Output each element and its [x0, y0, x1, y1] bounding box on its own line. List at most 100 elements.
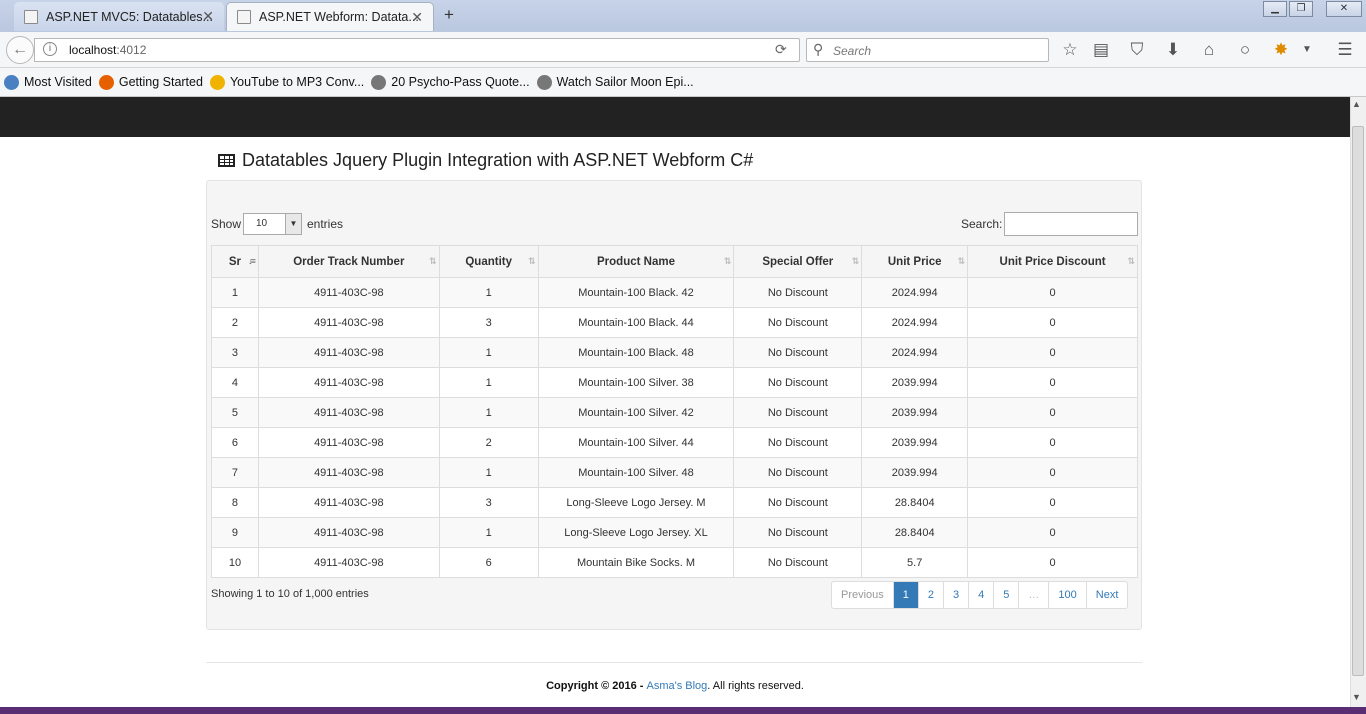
page-button[interactable]: 3: [943, 582, 968, 608]
table-row: 6 4911-403C-98 2 Mountain-100 Silver. 44 No …: [211, 427, 1138, 458]
menu-icon[interactable]: ☰: [1334, 40, 1356, 60]
new-tab-icon[interactable]: +: [444, 5, 454, 25]
search-input[interactable]: ⚲ Search: [806, 38, 1049, 62]
table-cell: No Discount: [733, 367, 863, 398]
table-cell: No Discount: [733, 457, 863, 488]
table-cell: 9: [211, 517, 259, 548]
datatable-wrapper: Show 10 ▼ entries Search: Sr ↓≡ Order Trac…: [206, 180, 1142, 630]
page-title-text: Datatables Jquery Plugin Integration wit…: [242, 150, 754, 170]
table-search-input[interactable]: [1004, 212, 1138, 236]
previous-page-button[interactable]: Previous: [832, 582, 893, 608]
scrollbar-thumb[interactable]: [1352, 126, 1364, 676]
scroll-up-icon[interactable]: ▲: [1352, 99, 1361, 109]
url-bar[interactable]: i localhost:4012 ⟳: [34, 38, 800, 62]
bookmark-item[interactable]: Getting Started: [98, 74, 203, 90]
bookmark-favicon-icon: [98, 74, 114, 90]
tab-webform[interactable]: ASP.NET Webform: Datata... ✕: [226, 2, 434, 31]
download-icon[interactable]: ⬇: [1162, 40, 1184, 60]
sort-icon[interactable]: ⇅: [1127, 256, 1134, 267]
footer-suffix: . All rights reserved.: [707, 680, 804, 692]
maximize-button[interactable]: ❐: [1289, 1, 1313, 17]
info-icon[interactable]: i: [43, 42, 57, 56]
page-button[interactable]: 1: [892, 582, 918, 608]
bookmark-item[interactable]: YouTube to MP3 Conv...: [209, 74, 365, 90]
table-cell: 1: [438, 337, 539, 368]
page-button[interactable]: 2: [917, 582, 943, 608]
footer-blog-link[interactable]: Asma's Blog: [647, 680, 708, 692]
table-cell: 0: [967, 457, 1138, 488]
bookmark-label: Watch Sailor Moon Epi...: [556, 75, 694, 89]
table-cell: 4911-403C-98: [257, 307, 440, 338]
table-cell: 1: [438, 367, 539, 398]
data-table: Sr ↓≡ Order Track Number ⇅ Quantity ⇅ Product …: [211, 245, 1138, 578]
scroll-down-icon[interactable]: ▼: [1352, 692, 1361, 702]
bookmark-label: YouTube to MP3 Conv...: [229, 75, 365, 89]
table-row: 7 4911-403C-98 1 Mountain-100 Silver. 48 No …: [211, 457, 1138, 488]
table-cell: 4911-403C-98: [257, 457, 440, 488]
pocket-icon[interactable]: ⛉: [1126, 40, 1148, 60]
entries-length-select[interactable]: 10 ▼: [243, 213, 302, 235]
chat-icon[interactable]: ○: [1234, 40, 1256, 60]
pagination: Previous 1 2 3 4 5… 100 Next: [831, 581, 1129, 609]
home-icon[interactable]: ⌂: [1198, 40, 1220, 60]
table-cell: 2039.994: [861, 457, 969, 488]
column-header[interactable]: Unit Price ⇅: [861, 245, 969, 278]
column-header[interactable]: Sr ↓≡: [211, 245, 259, 278]
back-icon[interactable]: ←: [6, 36, 34, 64]
table-cell: 8: [211, 487, 259, 518]
table-cell: 4911-403C-98: [257, 277, 440, 308]
table-cell: 1: [438, 397, 539, 428]
table-cell: 5: [211, 397, 259, 428]
column-header[interactable]: Unit Price Discount ⇅: [967, 245, 1138, 278]
column-header[interactable]: Quantity ⇅: [438, 245, 539, 278]
table-cell: 2024.994: [861, 337, 969, 368]
page-button[interactable]: 100: [1048, 582, 1085, 608]
sort-icon[interactable]: ⇅: [528, 256, 535, 267]
column-header[interactable]: Product Name ⇅: [537, 245, 735, 278]
close-tab-icon[interactable]: ✕: [411, 9, 423, 26]
sort-icon[interactable]: ⇅: [724, 256, 731, 267]
bookmark-item[interactable]: Watch Sailor Moon Epi...: [536, 74, 694, 90]
table-cell: 2024.994: [861, 277, 969, 308]
bookmark-label: 20 Psycho-Pass Quote...: [391, 75, 530, 89]
table-cell: 3: [438, 487, 539, 518]
table-cell: 1: [438, 277, 539, 308]
column-header[interactable]: Order Track Number ⇅: [257, 245, 440, 278]
table-cell: 4911-403C-98: [257, 397, 440, 428]
column-header-label: Quantity: [465, 255, 512, 268]
sort-ascending-icon[interactable]: ↓≡: [248, 256, 256, 266]
footer: Copyright © 2016 - Asma's Blog. All righ…: [0, 680, 1350, 692]
close-window-button[interactable]: ✕: [1326, 1, 1362, 17]
bookmark-star-icon[interactable]: ☆: [1059, 40, 1081, 60]
reload-icon[interactable]: ⟳: [775, 41, 787, 58]
page-button[interactable]: 4: [968, 582, 993, 608]
table-row: 8 4911-403C-98 3 Long-Sleeve Logo Jersey. M…: [211, 487, 1138, 518]
extension-icon[interactable]: ✸: [1270, 40, 1292, 60]
table-cell: 0: [967, 367, 1138, 398]
close-tab-icon[interactable]: ✕: [202, 8, 214, 25]
page-button[interactable]: 5: [993, 582, 1018, 608]
column-header[interactable]: Special Offer ⇅: [733, 245, 863, 278]
table-cell: 4911-403C-98: [257, 427, 440, 458]
sort-icon[interactable]: ⇅: [852, 256, 859, 267]
table-row: 5 4911-403C-98 1 Mountain-100 Silver. 42 No …: [211, 397, 1138, 428]
bookmark-label: Most Visited: [24, 75, 92, 89]
tab-mvc5[interactable]: ASP.NET MVC5: Datatables... ✕: [14, 2, 224, 31]
page-icon: [24, 9, 38, 24]
table-cell: 4911-403C-98: [257, 487, 440, 518]
bookmark-item[interactable]: 20 Psycho-Pass Quote...: [371, 74, 530, 90]
page-icon: [237, 10, 251, 24]
bookmarks-toolbar: Most Visited Getting Started YouTube to MP…: [0, 68, 1366, 97]
minimize-button[interactable]: ▁: [1263, 1, 1287, 17]
chevron-down-icon[interactable]: ▼: [285, 214, 301, 234]
sort-icon[interactable]: ⇅: [429, 256, 436, 267]
chevron-down-icon[interactable]: ▼: [1296, 44, 1318, 55]
table-cell: 2: [438, 427, 539, 458]
next-page-button[interactable]: Next: [1085, 582, 1128, 608]
bookmark-item[interactable]: Most Visited: [4, 74, 92, 90]
sort-icon[interactable]: ⇅: [958, 256, 965, 267]
table-search-label: Search:: [961, 217, 1003, 231]
reading-list-icon[interactable]: ▤: [1090, 40, 1112, 60]
table-cell: 0: [967, 337, 1138, 368]
table-cell: Mountain-100 Black. 44: [537, 307, 735, 338]
